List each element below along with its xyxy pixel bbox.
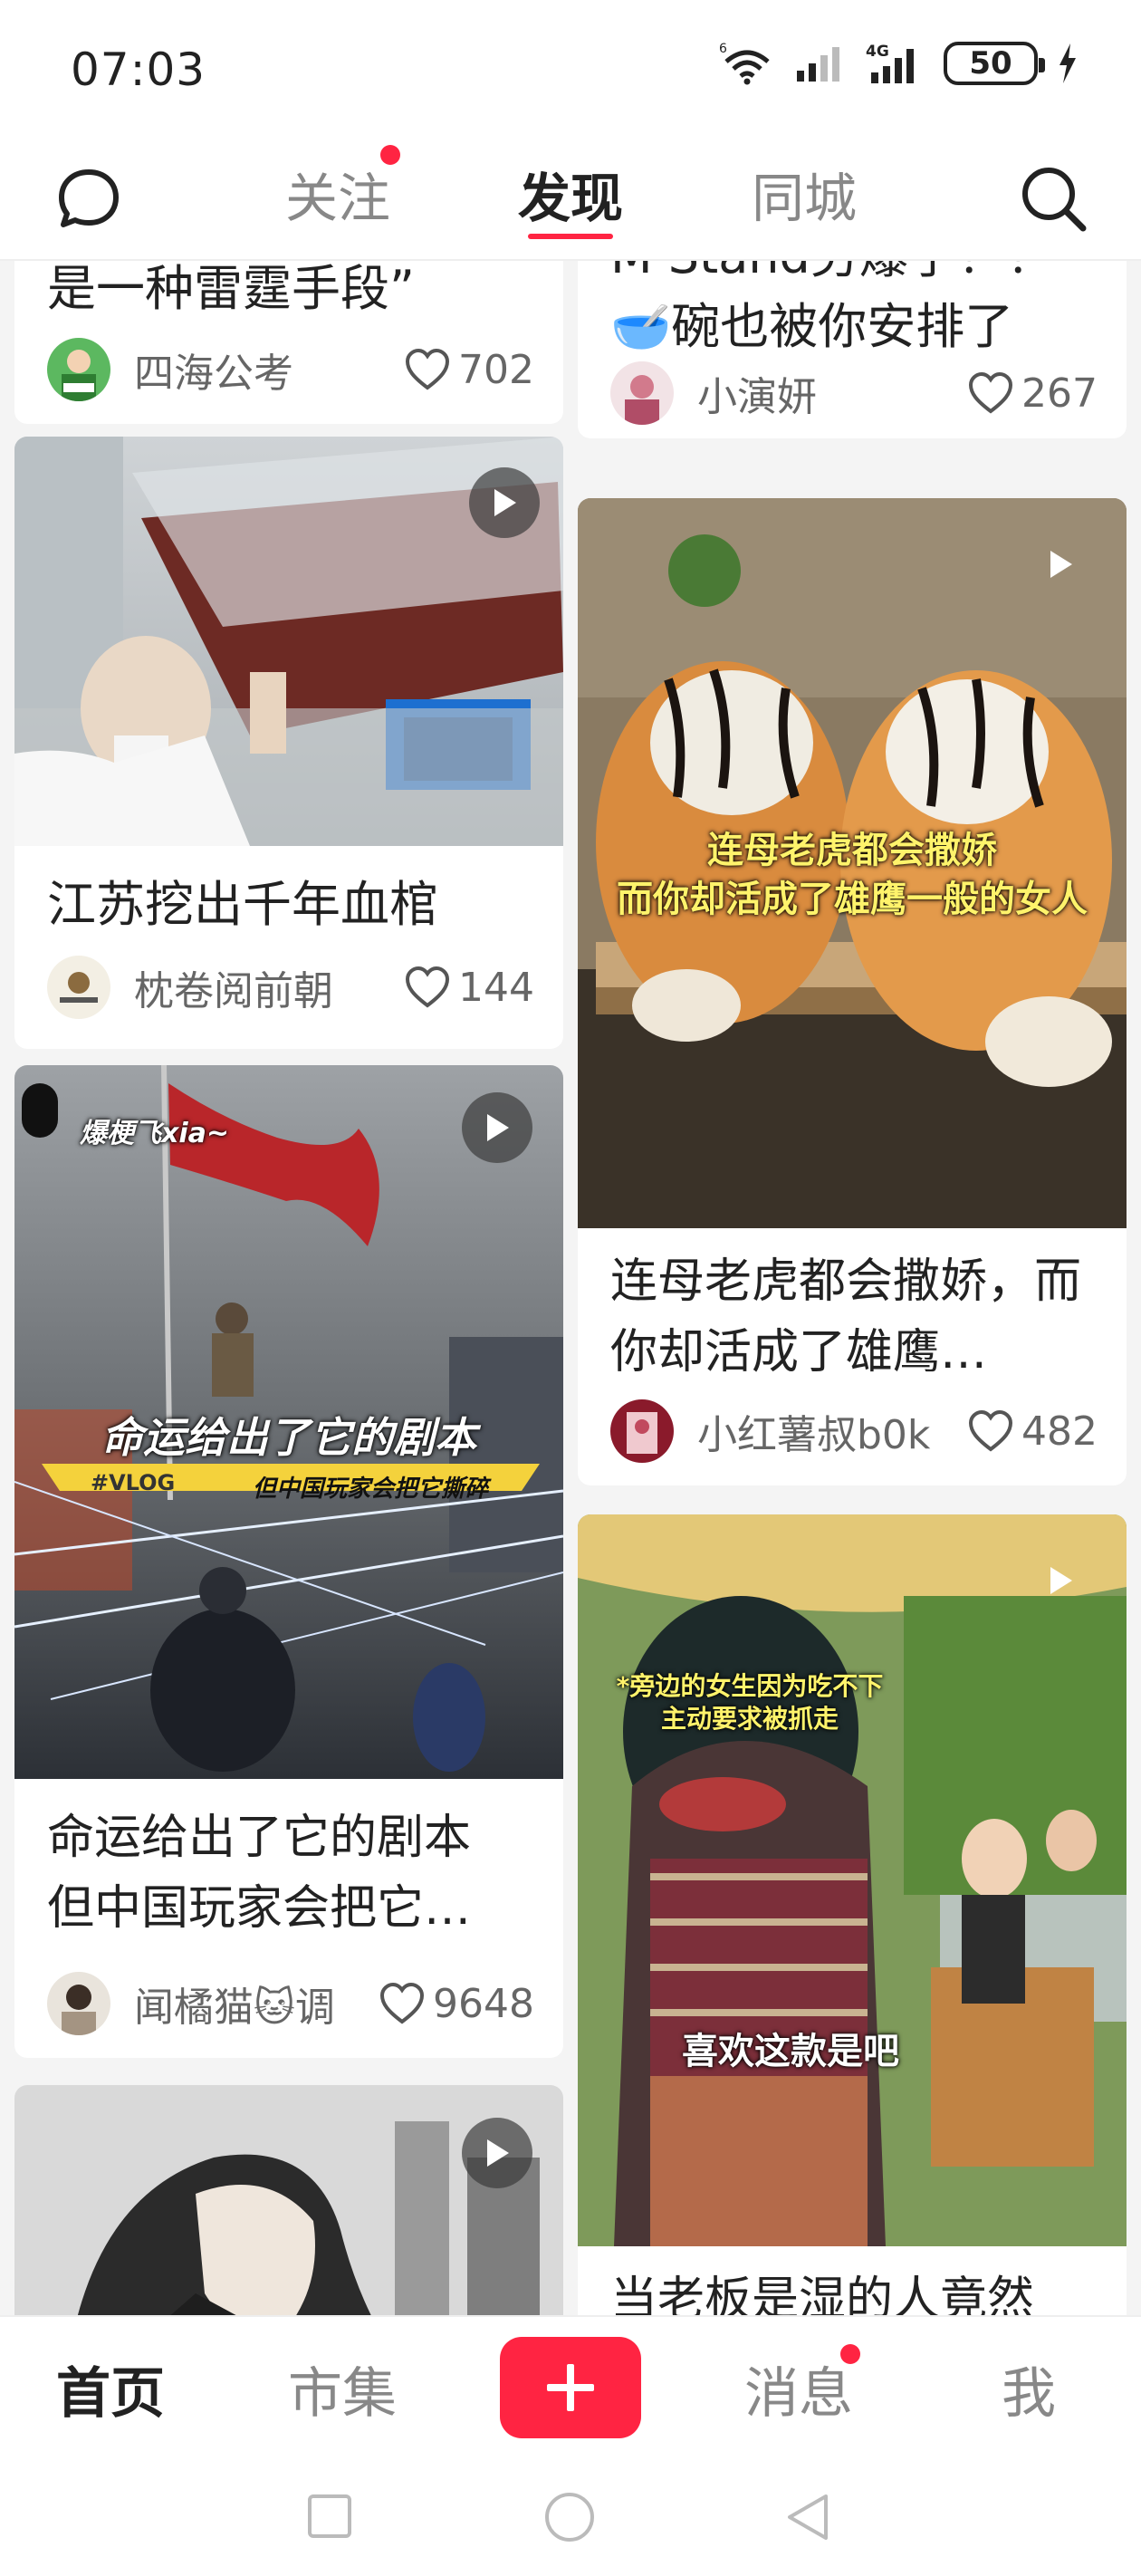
card-meta: 闻橘猫🐱调 9648 <box>47 1971 534 2036</box>
play-icon <box>1025 1545 1096 1616</box>
wifi-icon: 6 <box>719 42 770 85</box>
like-count: 702 <box>458 346 534 393</box>
author-name[interactable]: 四海公考 <box>134 341 404 399</box>
active-tab-indicator <box>528 234 613 239</box>
card-title: 是一种雷霆手段” <box>47 261 415 317</box>
card-cover-image: 连母老虎都会撒娇 而你却活成了雄鹰一般的女人 <box>578 498 1127 1228</box>
search-icon[interactable] <box>1016 161 1092 237</box>
author-name[interactable]: 枕卷阅前朝 <box>134 958 404 1016</box>
card-meta: 小红薯叔b0k 482 <box>610 1399 1098 1464</box>
video-overlay-tag: #VLOG <box>91 1470 176 1495</box>
feed-card[interactable]: 江苏挖出千年血棺 枕卷阅前朝 144 <box>14 437 563 1049</box>
like-button[interactable]: 9648 <box>379 1981 534 2027</box>
discover-feed[interactable]: 是一种雷霆手段” 四海公考 702 江苏挖出千年血棺 枕卷阅前朝 144 爆梗飞… <box>0 261 1141 2315</box>
like-count: 267 <box>1021 370 1098 417</box>
messages-notification-dot <box>840 2344 860 2364</box>
status-bar: 07:03 6 4G 50 <box>0 0 1141 136</box>
system-navigation-bar <box>0 2451 1141 2576</box>
card-title: 连母老虎都会撒娇，而你却活成了雄鹰… <box>610 1254 1082 1379</box>
like-count: 9648 <box>433 1980 534 2027</box>
like-button[interactable]: 267 <box>967 370 1098 417</box>
plus-icon <box>547 2364 594 2411</box>
nav-market[interactable]: 市集 <box>288 2350 397 2428</box>
card-cover-image: 爆梗飞xia~ 命运给出了它的剧本 #VLOG 但中国玩家会把它撕碎 <box>14 1065 563 1779</box>
card-cover-image: *旁边的女生因为吃不下 主动要求被抓走 喜欢这款是吧 <box>578 1514 1127 2246</box>
heart-icon <box>406 966 450 1008</box>
video-overlay-caption: *旁边的女生因为吃不下 <box>616 1671 884 1701</box>
heart-icon <box>969 371 1013 414</box>
video-overlay-caption: 命运给出了它的剧本 <box>101 1413 476 1462</box>
back-triangle-icon[interactable] <box>782 2491 833 2543</box>
like-count: 144 <box>458 964 534 1011</box>
like-button[interactable]: 144 <box>404 965 534 1011</box>
signal-icon <box>797 47 839 82</box>
like-button[interactable]: 702 <box>404 347 534 393</box>
card-meta: 四海公考 702 <box>47 337 534 402</box>
status-time: 07:03 <box>71 43 206 96</box>
publish-button[interactable] <box>500 2337 641 2438</box>
heart-icon <box>969 1409 1013 1452</box>
play-icon <box>1025 529 1096 600</box>
author-name[interactable]: 闻橘猫🐱调 <box>134 1975 379 2033</box>
avatar[interactable] <box>47 956 110 1019</box>
avatar[interactable] <box>47 1972 110 2035</box>
author-name[interactable]: 小红薯叔b0k <box>697 1402 967 1460</box>
chat-bubble-icon[interactable] <box>53 163 125 235</box>
video-overlay-user: 爆梗飞xia~ <box>80 1118 230 1149</box>
feed-card[interactable]: M Stand劳爆了！！ 🥣碗也被你安排了 小演妍 267 <box>578 261 1127 438</box>
card-title: 江苏挖出千年血棺 <box>47 876 438 933</box>
video-overlay-subcaption: 而你却活成了雄鹰一般的女人 <box>617 879 1088 920</box>
card-title: M Stand劳爆了！！ 🥣碗也被你安排了 <box>610 261 1055 355</box>
avatar[interactable] <box>610 1399 674 1463</box>
recents-square-icon[interactable] <box>306 2493 353 2540</box>
nav-messages[interactable]: 消息 <box>744 2350 853 2428</box>
feed-card[interactable]: *旁边的女生因为吃不下 主动要求被抓走 喜欢这款是吧 当老板是湿的人竟然 <box>578 1514 1127 2315</box>
home-circle-icon[interactable] <box>543 2491 596 2543</box>
avatar[interactable] <box>47 338 110 401</box>
card-cover-image <box>14 437 563 846</box>
tab-discover[interactable]: 发现 <box>518 156 623 232</box>
play-icon <box>469 467 540 538</box>
video-overlay-caption: 连母老虎都会撒娇 <box>707 830 997 871</box>
battery-indicator: 50 <box>944 42 1045 85</box>
tab-following[interactable]: 关注 <box>285 156 390 232</box>
signal-4g-icon: 4G <box>866 43 914 83</box>
feed-card[interactable] <box>14 2085 563 2315</box>
video-overlay-subcaption: 但中国玩家会把它撕碎 <box>252 1475 488 1503</box>
charging-icon <box>1060 43 1076 83</box>
video-overlay-subcaption: 喜欢这款是吧 <box>682 2031 899 2072</box>
avatar[interactable] <box>610 361 674 425</box>
card-meta: 小演妍 267 <box>610 360 1098 426</box>
heart-icon <box>380 1982 425 2024</box>
card-title: 命运给出了它的剧本 但中国玩家会把它… <box>47 1811 472 1936</box>
play-icon <box>462 2118 532 2188</box>
like-count: 482 <box>1021 1408 1098 1455</box>
heart-icon <box>406 348 450 390</box>
card-meta: 枕卷阅前朝 144 <box>47 955 534 1020</box>
like-button[interactable]: 482 <box>967 1408 1098 1455</box>
video-overlay-caption-2: 主动要求被抓走 <box>660 1704 839 1734</box>
top-nav: 关注 发现 同城 <box>0 136 1141 261</box>
feed-card[interactable]: 是一种雷霆手段” 四海公考 702 <box>14 261 563 424</box>
svg-text:6: 6 <box>719 42 727 56</box>
tab-local[interactable]: 同城 <box>752 156 857 232</box>
play-icon <box>462 1092 532 1163</box>
feed-card[interactable]: 连母老虎都会撒娇 而你却活成了雄鹰一般的女人 连母老虎都会撒娇，而你却活成了雄鹰… <box>578 498 1127 1485</box>
author-name[interactable]: 小演妍 <box>697 364 967 422</box>
nav-me[interactable]: 我 <box>1002 2350 1056 2428</box>
card-title: 当老板是湿的人竟然 <box>610 2273 1035 2315</box>
bottom-nav: 首页 市集 消息 我 <box>0 2315 1141 2451</box>
following-notification-dot <box>380 145 400 165</box>
svg-text:4G: 4G <box>866 43 889 61</box>
card-cover-image <box>14 2085 563 2315</box>
status-icons: 6 4G 50 <box>719 42 1078 85</box>
nav-home[interactable]: 首页 <box>56 2350 165 2428</box>
feed-card[interactable]: 爆梗飞xia~ 命运给出了它的剧本 #VLOG 但中国玩家会把它撕碎 命运给出了… <box>14 1065 563 2058</box>
